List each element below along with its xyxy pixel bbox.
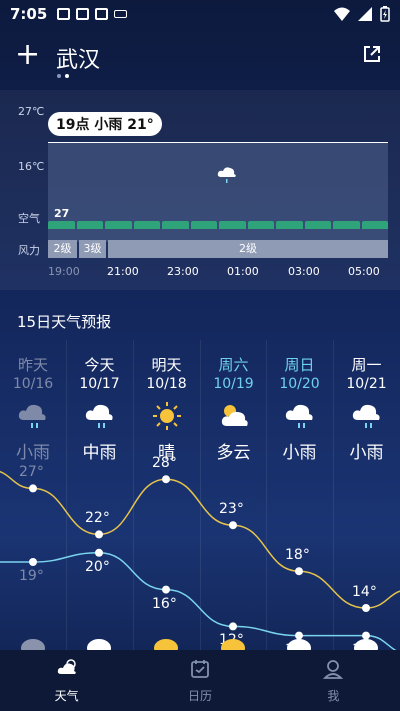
time-label: 01:00: [227, 265, 259, 278]
low-temp-line: [0, 552, 397, 650]
high-temp-point: [29, 484, 37, 493]
high-temp-line: [0, 471, 400, 609]
high-temp-point: [295, 567, 303, 576]
time-label: 03:00: [288, 265, 320, 278]
image-notification-icon: [57, 8, 71, 20]
wifi-icon: [334, 7, 350, 21]
rain-cloud-icon: [217, 167, 236, 183]
temp-axis-high: 27℃: [18, 105, 45, 118]
aqi-bar: [333, 221, 360, 229]
high-temp-label: 28°: [152, 455, 177, 472]
page-indicator: [57, 74, 69, 78]
low-temp-point: [29, 558, 37, 566]
low-temp-label: 20°: [85, 558, 110, 575]
high-temp-point: [229, 521, 237, 530]
night-weather-icon: [284, 634, 314, 657]
aqi-bar: [276, 221, 303, 229]
low-temp-point: [95, 548, 103, 557]
time-label: 19:00: [48, 265, 80, 278]
app-notification-icon: [76, 8, 90, 20]
calendar-icon: [191, 660, 209, 678]
tab-label: 我: [327, 689, 340, 703]
low-temp-label: 16°: [152, 595, 177, 612]
hourly-forecast-panel[interactable]: 27℃ 16℃ 19点 小雨 21° 空气 27 风力 2级 3级 2级 19:…: [0, 90, 400, 290]
aqi-value: 27: [54, 207, 70, 220]
aqi-bar: [133, 221, 160, 229]
night-weather-icon: [151, 634, 181, 657]
aqi-bar: [219, 221, 246, 229]
aqi-label: 空气: [18, 212, 40, 225]
wind-level: 3级: [79, 240, 106, 258]
aqi-bar: [190, 221, 217, 229]
night-weather-icon: [218, 634, 248, 657]
tab-me[interactable]: 我: [267, 650, 400, 711]
low-temp-label: 19°: [19, 568, 44, 584]
night-weather-icon: [18, 634, 48, 657]
high-temp-label: 18°: [285, 547, 310, 564]
page-dot: [57, 74, 61, 78]
status-bar: 7:05: [0, 0, 400, 28]
high-temp-label: 22°: [85, 510, 110, 527]
status-time: 7:05: [10, 5, 48, 23]
aqi-bars: [48, 221, 388, 229]
tab-weather[interactable]: 天气: [0, 650, 133, 711]
night-weather-icon: [351, 634, 381, 657]
keyboard-icon: [114, 10, 128, 18]
high-temp-point: [362, 604, 370, 612]
temp-axis-low: 16℃: [18, 160, 45, 173]
bottom-tab-bar: 天气 日历 我: [0, 650, 400, 711]
header: + 武汉: [0, 38, 400, 78]
aqi-bar: [361, 221, 388, 229]
tab-label: 日历: [187, 689, 212, 703]
low-temp-point: [229, 622, 237, 631]
page-dot-active: [65, 74, 69, 78]
wind-level: 2级: [48, 240, 77, 258]
temp-curve-chart: [0, 471, 400, 650]
time-label: 05:00: [348, 265, 380, 278]
high-temp-label: 23°: [219, 501, 244, 518]
high-temp-label: 14°: [352, 584, 377, 600]
city-name[interactable]: 武汉: [56, 42, 100, 74]
high-temp-point: [162, 475, 170, 484]
weather-icon: [57, 659, 76, 674]
hourly-time-axis: 19:00 21:00 23:00 01:00 03:00 05:00: [44, 265, 394, 279]
aqi-bar: [48, 221, 75, 229]
wind-bars: 2级 3级 2级: [48, 240, 388, 258]
wind-label: 风力: [18, 244, 40, 257]
tab-calendar[interactable]: 日历: [133, 650, 266, 711]
night-weather-icon: [84, 634, 114, 657]
aqi-bar: [304, 221, 331, 229]
aqi-bar: [162, 221, 189, 229]
aqi-bar: [247, 221, 274, 229]
signal-icon: [358, 7, 372, 21]
high-temp-label: 27°: [19, 464, 44, 481]
aqi-bar: [105, 221, 132, 229]
time-label: 21:00: [107, 265, 139, 278]
high-temp-point: [95, 530, 103, 539]
time-label: 23:00: [167, 265, 199, 278]
low-temp-point: [162, 585, 170, 594]
forecast-title: 15日天气预报: [17, 313, 112, 331]
add-city-button[interactable]: +: [15, 40, 40, 70]
hourly-tooltip: 19点 小雨 21°: [48, 112, 162, 136]
share-icon[interactable]: [362, 44, 382, 64]
battery-icon: [380, 6, 390, 22]
app-notification-icon: [95, 8, 109, 20]
wind-level: 2级: [108, 240, 388, 258]
aqi-bar: [76, 221, 103, 229]
tab-label: 天气: [54, 689, 79, 703]
profile-icon: [323, 660, 344, 679]
daily-forecast[interactable]: 昨天 10/16 小雨 今天 10/17 中雨 明天 10/18 晴周六 10/19 多云 周日 10/…: [0, 340, 400, 658]
